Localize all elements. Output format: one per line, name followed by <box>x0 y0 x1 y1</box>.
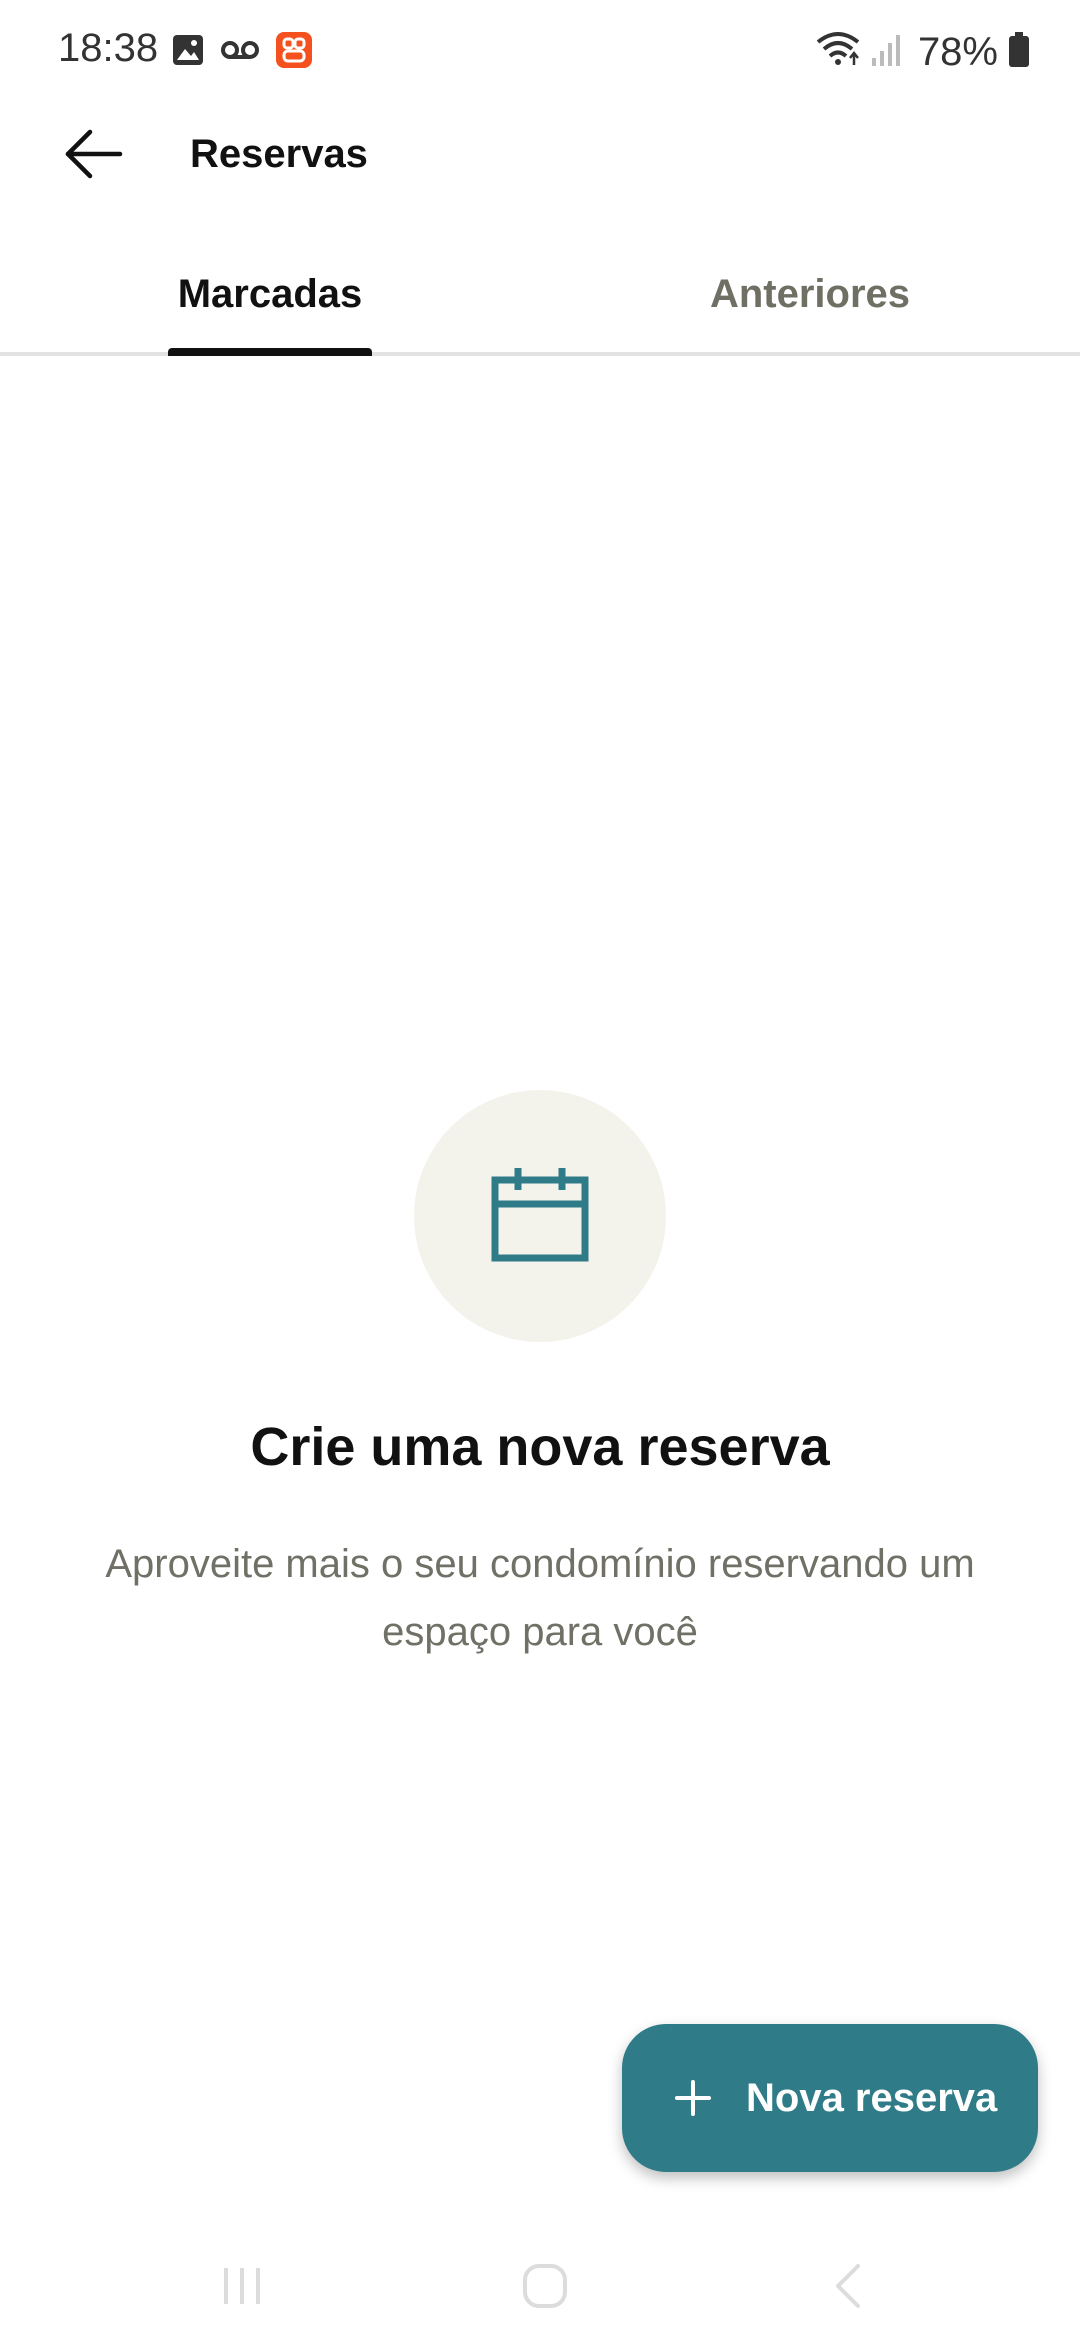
home-button[interactable] <box>505 2258 585 2318</box>
active-tab-indicator <box>168 348 372 356</box>
nav-back-button[interactable] <box>808 2258 888 2318</box>
home-icon <box>521 2262 569 2315</box>
tab-marcadas[interactable]: Marcadas <box>168 236 372 352</box>
empty-state-illustration <box>414 1090 666 1342</box>
app-bar: Reservas <box>0 104 1080 204</box>
image-icon <box>172 34 204 71</box>
new-reservation-label: Nova reserva <box>746 2075 998 2120</box>
plus-icon <box>674 2079 712 2117</box>
recent-apps-icon <box>218 2264 266 2313</box>
status-system-icons: 78% <box>816 24 1030 80</box>
calendar-icon <box>490 1166 590 1267</box>
tab-bar: Marcadas Anteriores <box>0 236 1080 356</box>
wifi-icon <box>816 30 860 75</box>
empty-state-description: Aproveite mais o seu condomínio reservan… <box>105 1542 975 1654</box>
back-icon <box>828 2262 868 2315</box>
new-reservation-button[interactable]: Nova reserva <box>622 2024 1038 2172</box>
voicemail-icon <box>220 38 260 67</box>
back-button[interactable] <box>48 118 140 194</box>
recent-apps-button[interactable] <box>202 2258 282 2318</box>
status-notification-icons <box>172 31 312 73</box>
app-notification-icon <box>276 31 312 73</box>
system-nav-bar <box>0 2236 1080 2340</box>
signal-icon <box>870 32 902 73</box>
empty-state-title: Crie uma nova reserva <box>250 1417 830 1477</box>
status-bar: 18:38 78% <box>0 0 1080 104</box>
battery-percentage: 78% <box>917 29 998 74</box>
page-title: Reservas <box>190 132 368 176</box>
battery-icon <box>1008 31 1030 73</box>
tab-anteriores[interactable]: Anteriores <box>680 236 940 352</box>
status-time: 18:38 <box>58 26 159 70</box>
arrow-left-icon <box>64 128 124 185</box>
